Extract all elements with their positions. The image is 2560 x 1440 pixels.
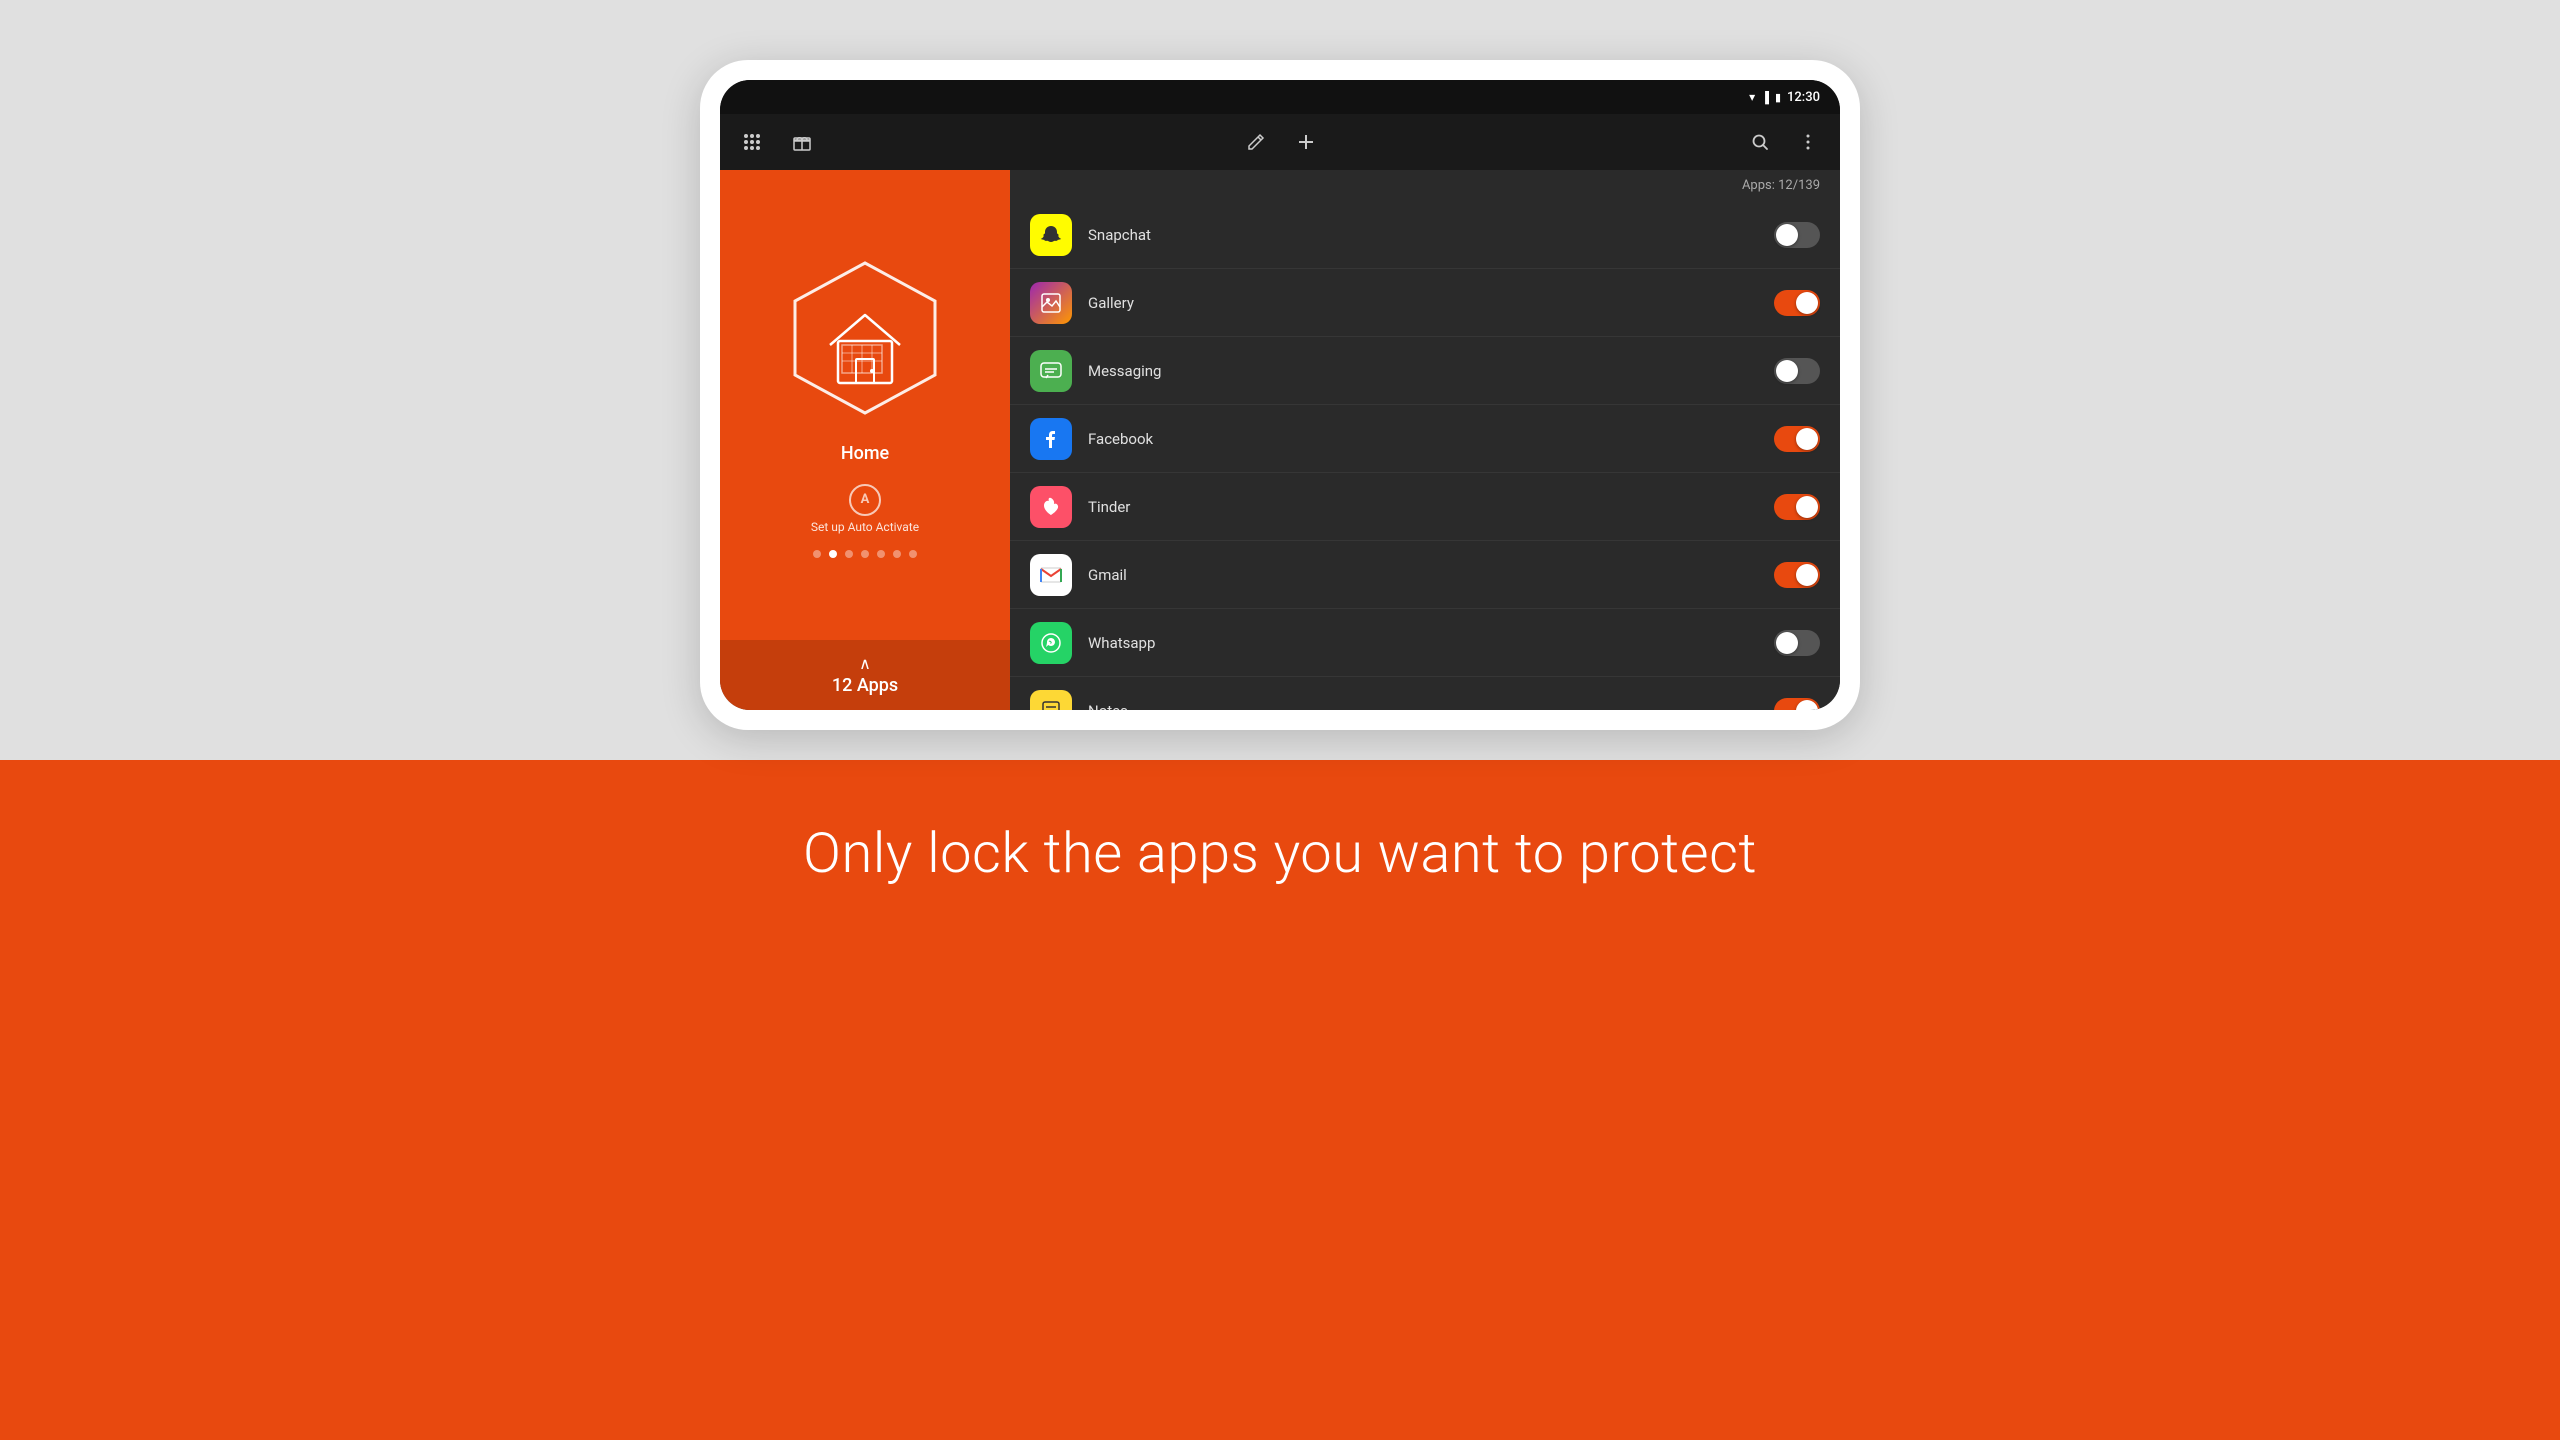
dot-3[interactable]: [845, 550, 853, 558]
tablet-frame: ▾ ▐ ▮ 12:30: [700, 60, 1860, 730]
gallery-name: Gallery: [1088, 294, 1774, 312]
facebook-icon: [1030, 418, 1072, 460]
gallery-toggle[interactable]: [1774, 290, 1820, 316]
tinder-toggle[interactable]: [1774, 494, 1820, 520]
whatsapp-icon: [1030, 622, 1072, 664]
status-icons: ▾ ▐ ▮ 12:30: [1749, 90, 1820, 105]
apps-count-section[interactable]: ∧ 12 Apps: [720, 640, 1010, 710]
messaging-toggle[interactable]: [1774, 358, 1820, 384]
snapchat-toggle[interactable]: [1774, 222, 1820, 248]
app-bar-center: [818, 126, 1744, 158]
app-item-facebook: Facebook: [1010, 405, 1840, 473]
chevron-up-icon: ∧: [859, 654, 871, 673]
more-button[interactable]: [1792, 126, 1824, 158]
dot-4[interactable]: [861, 550, 869, 558]
edit-button[interactable]: [1240, 126, 1272, 158]
app-item-snapchat: Snapchat: [1010, 201, 1840, 269]
bottom-tagline: Only lock the apps you want to protect: [803, 820, 1757, 886]
app-bar: [720, 114, 1840, 170]
messaging-icon: [1030, 350, 1072, 392]
apps-counter-text: Apps: 12/139: [1742, 178, 1820, 193]
status-time: 12:30: [1787, 90, 1820, 105]
dots-pagination: [813, 550, 917, 558]
app-list[interactable]: Snapchat: [1010, 201, 1840, 710]
app-bar-left: [736, 126, 818, 158]
whatsapp-toggle[interactable]: [1774, 630, 1820, 656]
gmail-toggle[interactable]: [1774, 562, 1820, 588]
dot-6[interactable]: [893, 550, 901, 558]
tablet-screen: ▾ ▐ ▮ 12:30: [720, 80, 1840, 710]
left-panel-top: Home A Set up Auto Activate: [760, 170, 970, 640]
whatsapp-name: Whatsapp: [1088, 634, 1774, 652]
app-item-notes: Notes: [1010, 677, 1840, 710]
gift-button[interactable]: [786, 126, 818, 158]
notes-toggle[interactable]: [1774, 698, 1820, 711]
snapchat-icon: [1030, 214, 1072, 256]
app-item-tinder: Tinder: [1010, 473, 1840, 541]
gmail-name: Gmail: [1088, 566, 1774, 584]
apps-counter-header: Apps: 12/139: [1010, 170, 1840, 201]
app-item-messaging: Messaging: [1010, 337, 1840, 405]
signal-icon: ▐: [1761, 91, 1769, 104]
auto-activate-button[interactable]: A Set up Auto Activate: [811, 484, 919, 534]
status-bar: ▾ ▐ ▮ 12:30: [720, 80, 1840, 114]
apps-count-label: 12 Apps: [832, 675, 898, 696]
dot-2[interactable]: [829, 550, 837, 558]
outer-background: ▾ ▐ ▮ 12:30: [0, 0, 2560, 1440]
messaging-name: Messaging: [1088, 362, 1774, 380]
main-content: Home A Set up Auto Activate: [720, 170, 1840, 710]
notes-name: Notes: [1088, 702, 1774, 711]
app-bar-right: [1744, 126, 1824, 158]
dot-7[interactable]: [909, 550, 917, 558]
search-button[interactable]: [1744, 126, 1776, 158]
tinder-icon: [1030, 486, 1072, 528]
gallery-icon: [1030, 282, 1072, 324]
top-gray-section: ▾ ▐ ▮ 12:30: [0, 0, 2560, 760]
battery-icon: ▮: [1775, 91, 1781, 104]
left-panel: Home A Set up Auto Activate: [720, 170, 1010, 710]
wifi-icon: ▾: [1749, 90, 1755, 104]
dot-1[interactable]: [813, 550, 821, 558]
auto-activate-icon: A: [849, 484, 881, 516]
gmail-icon: [1030, 554, 1072, 596]
snapchat-name: Snapchat: [1088, 226, 1774, 244]
app-item-gmail: Gmail: [1010, 541, 1840, 609]
home-label: Home: [841, 443, 889, 464]
auto-activate-text: Set up Auto Activate: [811, 520, 919, 534]
notes-icon: [1030, 690, 1072, 711]
hexagon-container: [780, 253, 950, 427]
dot-5[interactable]: [877, 550, 885, 558]
bottom-section: Only lock the apps you want to protect: [0, 760, 2560, 1440]
facebook-name: Facebook: [1088, 430, 1774, 448]
facebook-toggle[interactable]: [1774, 426, 1820, 452]
app-item-whatsapp: Whatsapp: [1010, 609, 1840, 677]
app-item-gallery: Gallery: [1010, 269, 1840, 337]
grid-button[interactable]: [736, 126, 768, 158]
right-panel: Apps: 12/139 Snapchat: [1010, 170, 1840, 710]
add-button[interactable]: [1290, 126, 1322, 158]
tinder-name: Tinder: [1088, 498, 1774, 516]
